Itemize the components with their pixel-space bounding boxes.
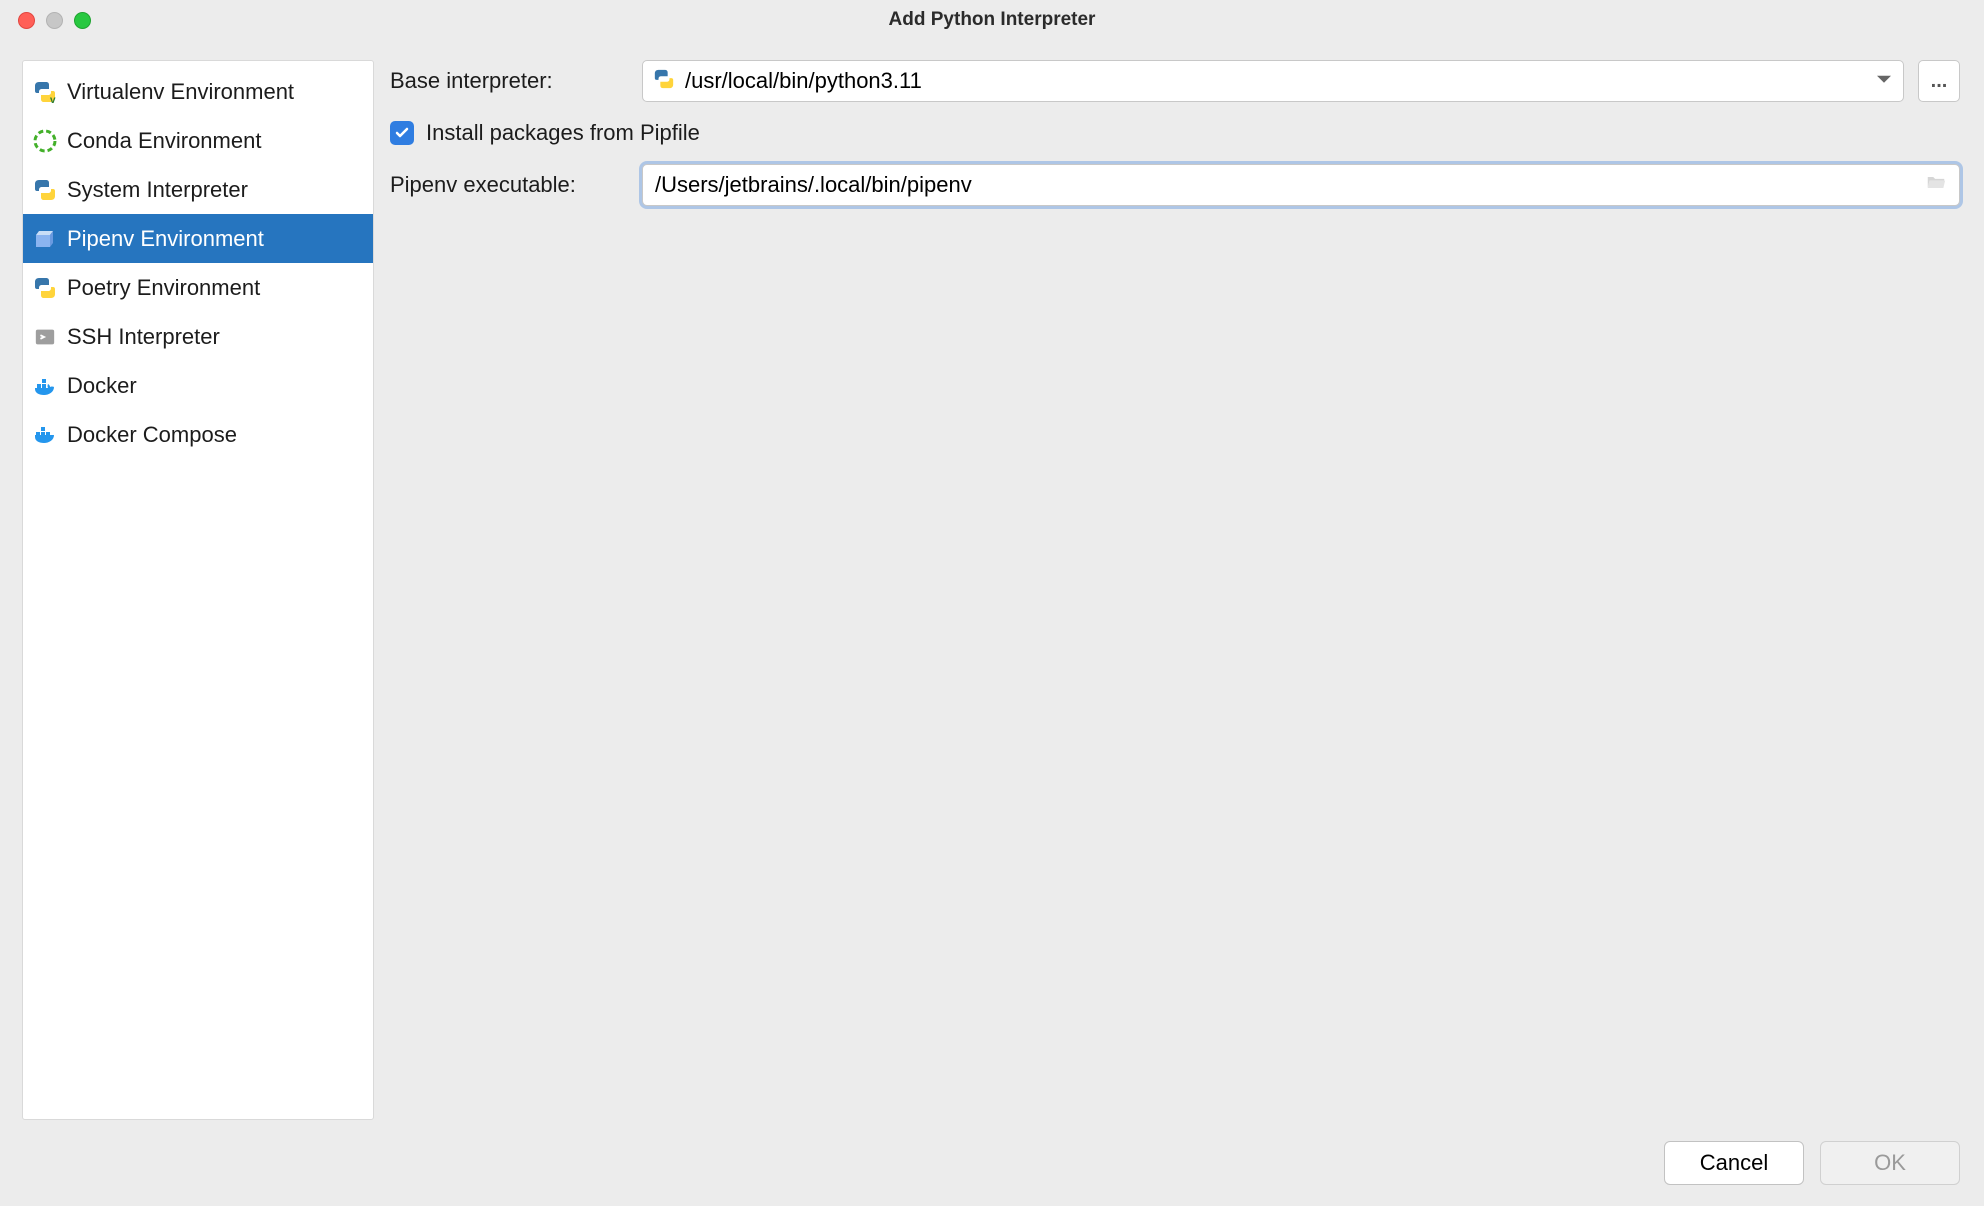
maximize-icon[interactable] [74,12,91,29]
python-icon [33,276,57,300]
content-area: v Virtualenv Environment Conda Environme… [0,40,1984,1120]
button-bar: Cancel OK [0,1120,1984,1206]
conda-icon [33,129,57,153]
main-panel: Base interpreter: /usr/local/bin/python3… [390,60,1960,1120]
sidebar-item-label: Poetry Environment [67,275,260,301]
sidebar-item-label: Docker [67,373,137,399]
traffic-lights [18,12,91,29]
sidebar-item-docker[interactable]: Docker [23,361,373,410]
dialog-body: v Virtualenv Environment Conda Environme… [0,40,1984,1206]
python-icon [653,68,675,95]
svg-text:v: v [50,95,56,104]
titlebar: Add Python Interpreter [0,0,1984,40]
folder-open-icon[interactable] [1925,172,1947,199]
browse-base-interpreter-button[interactable]: ... [1918,60,1960,102]
install-pipfile-checkbox[interactable] [390,121,414,145]
pipenv-exec-field-wrap [642,164,1960,206]
python-icon [33,178,57,202]
install-pipfile-label: Install packages from Pipfile [426,120,700,146]
pipenv-exec-input[interactable] [655,172,1947,198]
cancel-button[interactable]: Cancel [1664,1141,1804,1185]
base-interpreter-combo[interactable]: /usr/local/bin/python3.11 [642,60,1904,102]
dialog-window: Add Python Interpreter v Virtualenv Envi… [0,0,1984,1206]
sidebar-item-label: Pipenv Environment [67,226,264,252]
install-pipfile-row: Install packages from Pipfile [390,120,1960,146]
sidebar-item-label: Docker Compose [67,422,237,448]
sidebar-item-conda[interactable]: Conda Environment [23,116,373,165]
chevron-down-icon [1877,70,1891,92]
close-icon[interactable] [18,12,35,29]
sidebar-item-label: System Interpreter [67,177,248,203]
sidebar-item-docker-compose[interactable]: Docker Compose [23,410,373,459]
pipenv-exec-row: Pipenv executable: [390,164,1960,206]
base-interpreter-row: Base interpreter: /usr/local/bin/python3… [390,60,1960,102]
sidebar-item-virtualenv[interactable]: v Virtualenv Environment [23,67,373,116]
sidebar-item-label: SSH Interpreter [67,324,220,350]
sidebar-item-label: Virtualenv Environment [67,79,294,105]
window-title: Add Python Interpreter [0,9,1984,31]
sidebar-item-pipenv[interactable]: Pipenv Environment [23,214,373,263]
interpreter-type-sidebar: v Virtualenv Environment Conda Environme… [22,60,374,1120]
base-interpreter-value: /usr/local/bin/python3.11 [685,68,922,94]
docker-compose-icon [33,423,57,447]
ok-button[interactable]: OK [1820,1141,1960,1185]
docker-icon [33,374,57,398]
sidebar-item-ssh[interactable]: SSH Interpreter [23,312,373,361]
python-v-icon: v [33,80,57,104]
sidebar-item-poetry[interactable]: Poetry Environment [23,263,373,312]
minimize-icon[interactable] [46,12,63,29]
pipenv-exec-label: Pipenv executable: [390,172,628,198]
ssh-icon [33,325,57,349]
base-interpreter-label: Base interpreter: [390,68,628,94]
sidebar-item-label: Conda Environment [67,128,261,154]
pipenv-icon [33,227,57,251]
sidebar-item-system[interactable]: System Interpreter [23,165,373,214]
